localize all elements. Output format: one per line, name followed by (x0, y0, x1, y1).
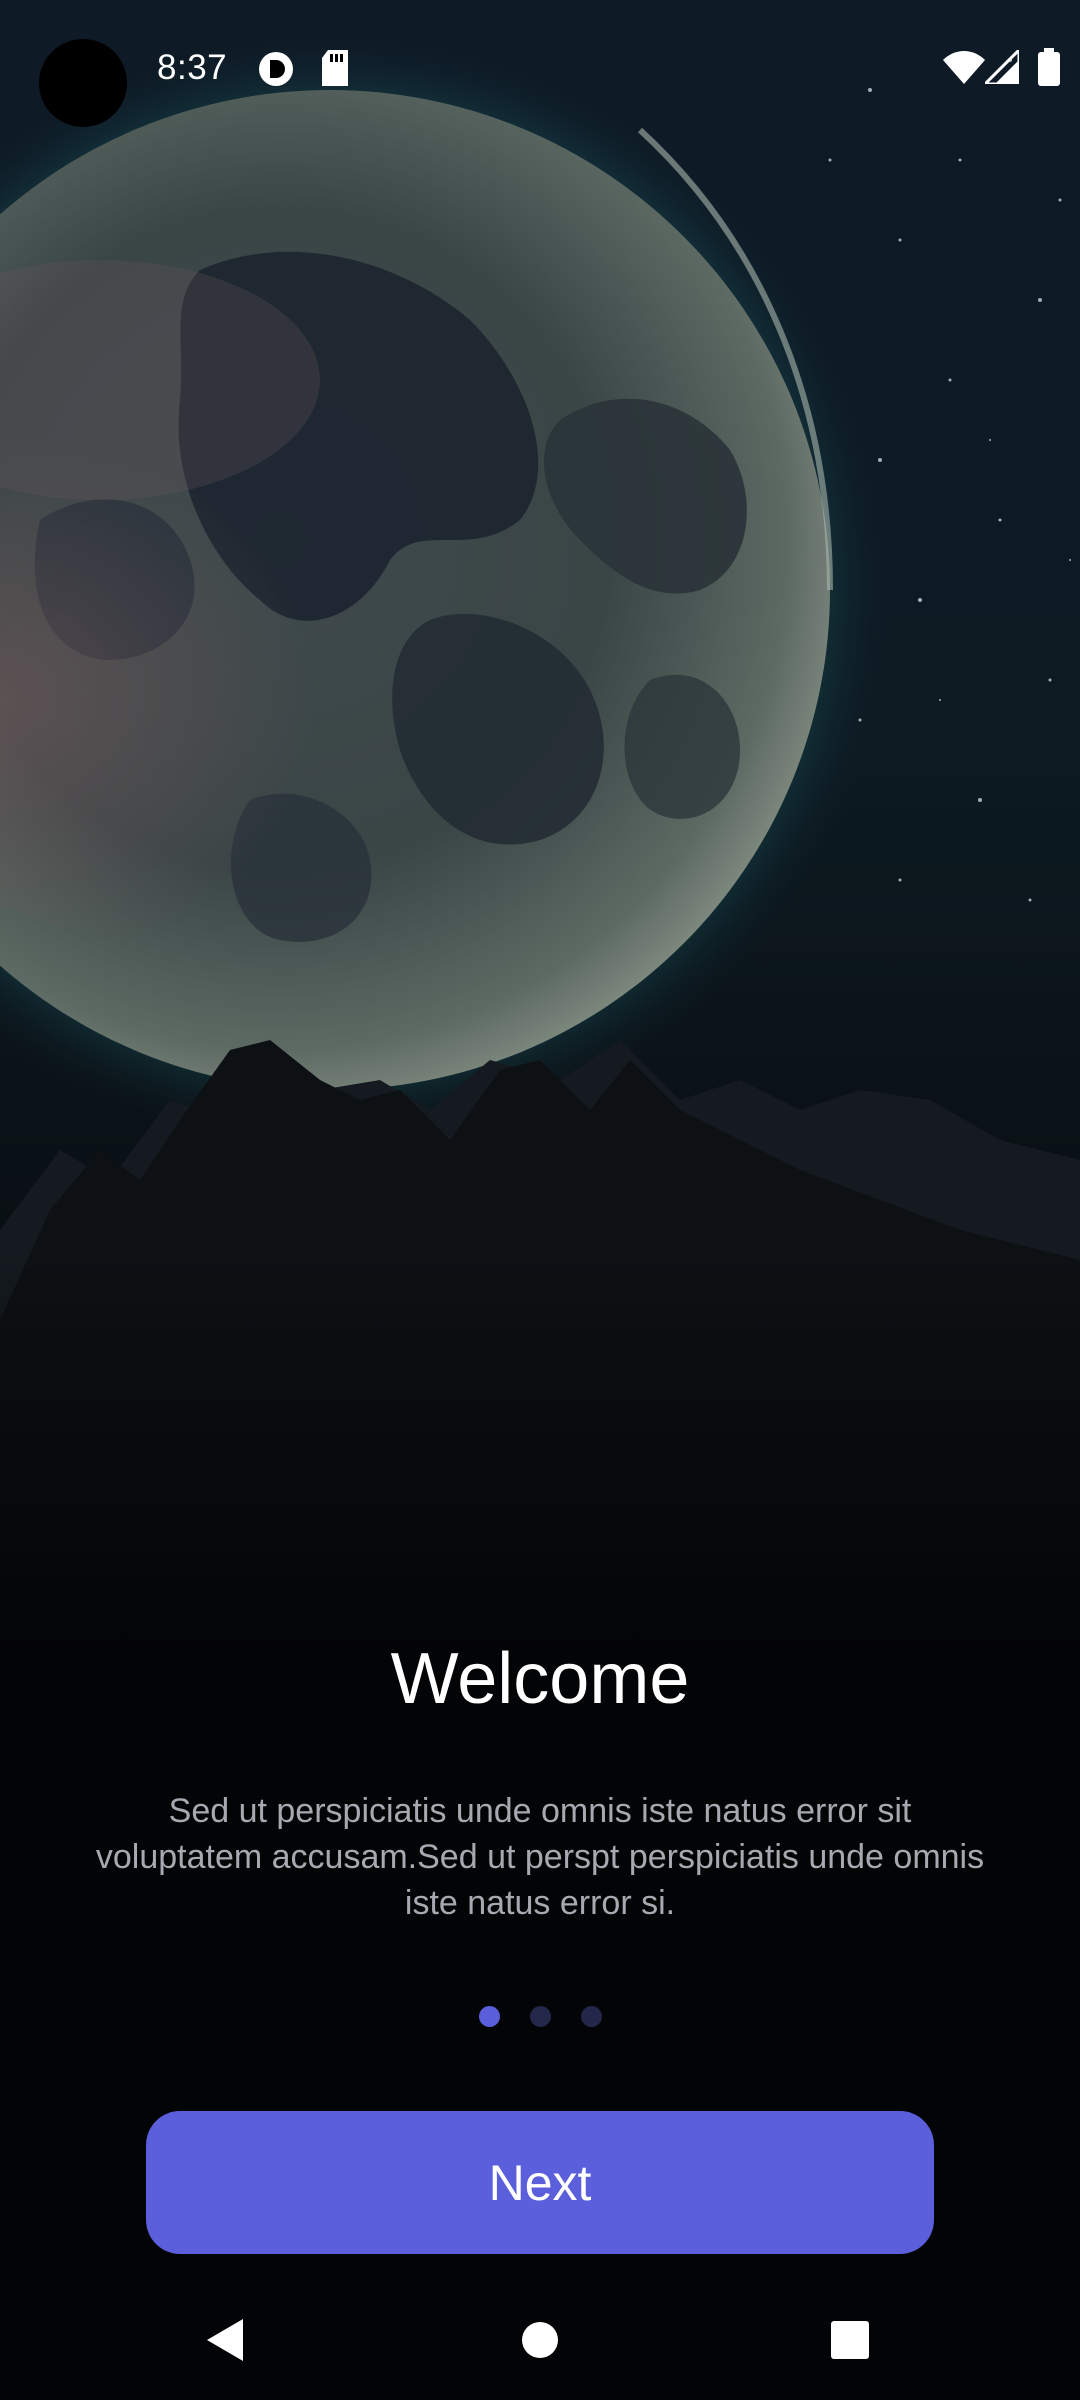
next-button[interactable]: Next (146, 2111, 934, 2254)
wifi-icon (943, 50, 985, 89)
hero-illustration (0, 0, 1080, 1660)
page-dot-active[interactable] (478, 2006, 500, 2027)
onboarding-screen: 8:37 Welcome Sed ut perspiciatis unde om… (0, 0, 1080, 2400)
page-title: Welcome (390, 1639, 690, 1719)
camera-cutout (39, 39, 127, 127)
vpn-key-icon (257, 50, 295, 93)
sd-card-icon (320, 50, 350, 91)
page-indicator (0, 2006, 1080, 2027)
page-dot[interactable] (580, 2006, 602, 2027)
battery-icon (1038, 48, 1060, 91)
navigation-bar (0, 2280, 1080, 2400)
page-dot[interactable] (529, 2006, 551, 2027)
status-bar: 8:37 (0, 0, 1080, 140)
home-icon[interactable] (500, 2300, 580, 2380)
status-time: 8:37 (157, 48, 228, 87)
cellular-signal-icon (981, 46, 1021, 89)
back-icon[interactable] (185, 2300, 265, 2380)
onboarding-description: Sed ut perspiciatis unde omnis iste natu… (95, 1792, 985, 1922)
recents-icon[interactable] (810, 2300, 890, 2380)
